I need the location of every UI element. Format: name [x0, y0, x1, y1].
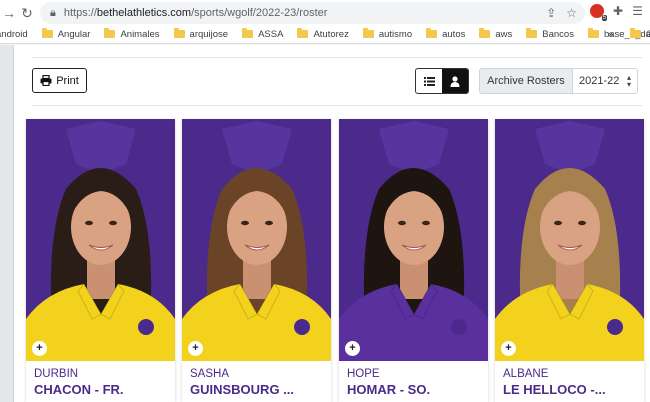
roster-card[interactable]: + ALBANE LE HELLOCO -...	[495, 119, 644, 402]
share-icon[interactable]: ⇪	[546, 6, 556, 20]
expand-button[interactable]: +	[32, 341, 47, 356]
player-photo	[339, 119, 488, 361]
roster-card[interactable]: + SASHA GUINSBOURG ...	[182, 119, 331, 402]
browser-toolbar: → ↻ 🔒︎ https://bethelathletics.com/sport…	[0, 0, 650, 25]
person-icon	[450, 75, 460, 87]
bookmark-item[interactable]: autos	[426, 28, 465, 40]
shirt-logo	[294, 319, 310, 335]
bookmark-item[interactable]: aws	[479, 28, 512, 40]
bookmark-item[interactable]: Angular	[41, 28, 90, 40]
eye-right	[265, 220, 273, 226]
player-photo	[26, 119, 175, 361]
eye-right	[578, 220, 586, 226]
divider	[32, 105, 642, 106]
eye-left	[554, 220, 562, 226]
folder-icon	[362, 28, 374, 38]
player-first-name: ALBANE	[503, 368, 549, 380]
folder-icon	[479, 28, 491, 38]
bookmark-item[interactable]: ASSA	[242, 28, 283, 40]
view-toggle	[415, 68, 469, 94]
bookmark-item[interactable]: autismo	[362, 28, 412, 40]
reload-icon[interactable]: ↻	[18, 4, 36, 22]
folder-icon	[242, 28, 254, 38]
address-bar[interactable]: 🔒︎ https://bethelathletics.com/sports/wg…	[40, 2, 585, 24]
eye-right	[422, 220, 430, 226]
page: Print Archive Rosters 2021-22 ▴ ▾ + DURB…	[0, 45, 650, 402]
reading-list-icon[interactable]: ☰	[632, 4, 643, 18]
bookmark-star-icon[interactable]: ☆	[566, 6, 577, 20]
roster-card[interactable]: + HOPE HOMAR - SO.	[339, 119, 488, 402]
url-scheme: https://	[63, 7, 97, 19]
archive-rosters-label: Archive Rosters	[480, 69, 573, 93]
folder-icon	[587, 28, 599, 38]
extension-icon[interactable]: 5	[590, 4, 607, 21]
puzzle-icon[interactable]: ✚	[613, 4, 623, 18]
player-last-name[interactable]: CHACON - FR.	[34, 383, 169, 396]
more-bookmarks-button[interactable]: »	[608, 29, 613, 40]
season-select[interactable]: 2021-22 ▴ ▾	[573, 69, 637, 93]
select-arrows-icon: ▴ ▾	[626, 73, 631, 89]
eye-left	[398, 220, 406, 226]
player-first-name: SASHA	[190, 368, 229, 380]
eye-left	[241, 220, 249, 226]
shirt-logo	[607, 319, 623, 335]
folder-icon	[41, 28, 53, 38]
expand-button[interactable]: +	[345, 341, 360, 356]
bookmark-item[interactable]: Bancos	[526, 28, 574, 40]
folder-icon	[104, 28, 116, 38]
roster-content: Print Archive Rosters 2021-22 ▴ ▾ + DURB…	[14, 45, 650, 402]
bookmark-item[interactable]: android	[0, 29, 28, 40]
folder-icon	[426, 28, 438, 38]
folder-icon	[173, 28, 185, 38]
bookmark-item[interactable]: Ot	[630, 28, 650, 40]
player-first-name: HOPE	[347, 368, 380, 380]
player-last-name[interactable]: HOMAR - SO.	[347, 383, 482, 396]
bookmark-item[interactable]: Animales	[104, 28, 160, 40]
shirt-logo	[451, 319, 467, 335]
player-photo	[182, 119, 331, 361]
folder-icon	[630, 28, 641, 38]
url-path: /sports/wgolf/2022-23/roster	[191, 7, 328, 19]
printer-icon	[40, 75, 52, 86]
left-rail	[0, 45, 14, 402]
divider	[32, 57, 642, 58]
bookmarks-bar: android Angular Animales arquijose ASSA …	[0, 25, 650, 44]
player-last-name[interactable]: LE HELLOCO -...	[503, 383, 638, 396]
season-value: 2021-22	[579, 75, 620, 87]
list-icon	[423, 76, 435, 86]
lock-icon: 🔒︎	[50, 6, 56, 19]
expand-button[interactable]: +	[501, 341, 516, 356]
forward-icon[interactable]: →	[0, 4, 18, 22]
bookmark-item[interactable]: arquijose	[173, 28, 228, 40]
url-host: bethelathletics.com	[96, 7, 192, 19]
list-view-button[interactable]	[416, 69, 442, 93]
roster-card[interactable]: + DURBIN CHACON - FR.	[26, 119, 175, 402]
player-first-name: DURBIN	[34, 368, 79, 380]
expand-button[interactable]: +	[188, 341, 203, 356]
player-photo	[495, 119, 644, 361]
eye-left	[85, 220, 93, 226]
folder-icon	[297, 28, 309, 38]
grid-view-button[interactable]	[442, 69, 468, 93]
folder-icon	[526, 28, 538, 38]
player-last-name[interactable]: GUINSBOURG ...	[190, 383, 325, 396]
eye-right	[109, 220, 117, 226]
bookmark-item[interactable]: Atutorez	[297, 28, 349, 40]
print-button[interactable]: Print	[32, 68, 87, 93]
archive-rosters-group: Archive Rosters 2021-22 ▴ ▾	[479, 68, 638, 94]
print-label: Print	[56, 74, 79, 87]
shirt-logo	[138, 319, 154, 335]
extension-badge: 5	[601, 15, 607, 21]
